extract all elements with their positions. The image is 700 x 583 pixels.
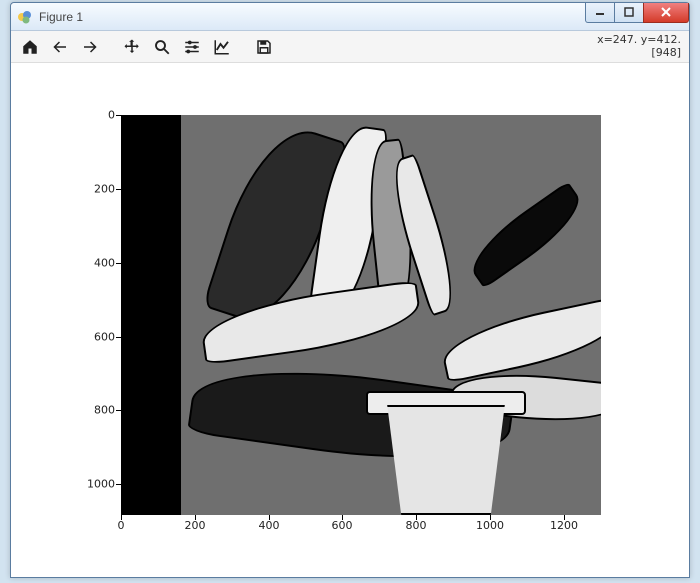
arrow-left-icon: [51, 38, 69, 56]
x-tick-label: 400: [259, 519, 280, 532]
move-icon: [123, 38, 141, 56]
save-icon: [255, 38, 273, 56]
maximize-button[interactable]: [614, 3, 644, 23]
axes: 0 200 400 600 800 1000 0 200 400 600 800…: [121, 115, 601, 515]
y-tick-label: 1000: [75, 478, 115, 491]
y-tick-label: 800: [75, 404, 115, 417]
cursor-coordinates: x=247. y=412. [948]: [597, 33, 681, 59]
titlebar[interactable]: Figure 1: [11, 3, 689, 31]
close-icon: [660, 6, 672, 18]
x-tick-label: 0: [118, 519, 125, 532]
window-title: Figure 1: [39, 10, 586, 24]
home-button[interactable]: [17, 34, 43, 60]
back-button[interactable]: [47, 34, 73, 60]
x-tick-label: 200: [185, 519, 206, 532]
edit-button[interactable]: [209, 34, 235, 60]
y-tick-label: 400: [75, 257, 115, 270]
toolbar: x=247. y=412. [948]: [11, 31, 689, 63]
zoom-button[interactable]: [149, 34, 175, 60]
pan-button[interactable]: [119, 34, 145, 60]
arrow-right-icon: [81, 38, 99, 56]
x-tick-label: 600: [332, 519, 353, 532]
y-tick-label: 600: [75, 331, 115, 344]
minimize-icon: [595, 7, 605, 17]
x-tick-label: 1000: [476, 519, 504, 532]
close-button[interactable]: [643, 3, 689, 23]
app-icon: [17, 9, 33, 25]
figure-canvas[interactable]: 0 200 400 600 800 1000 0 200 400 600 800…: [11, 63, 689, 577]
sliders-icon: [183, 38, 201, 56]
y-tick-label: 0: [75, 109, 115, 122]
zoom-icon: [153, 38, 171, 56]
figure-window: Figure 1: [10, 2, 690, 578]
minimize-button[interactable]: [585, 3, 615, 23]
plot-image: [121, 115, 601, 515]
home-icon: [21, 38, 39, 56]
forward-button[interactable]: [77, 34, 103, 60]
chart-line-icon: [213, 38, 231, 56]
x-tick-label: 1200: [550, 519, 578, 532]
maximize-icon: [624, 7, 634, 17]
cursor-xy: x=247. y=412.: [597, 33, 681, 46]
x-tick-label: 800: [406, 519, 427, 532]
cursor-value: [948]: [597, 46, 681, 59]
window-controls: [586, 3, 689, 23]
subplots-button[interactable]: [179, 34, 205, 60]
y-tick-label: 200: [75, 183, 115, 196]
save-button[interactable]: [251, 34, 277, 60]
